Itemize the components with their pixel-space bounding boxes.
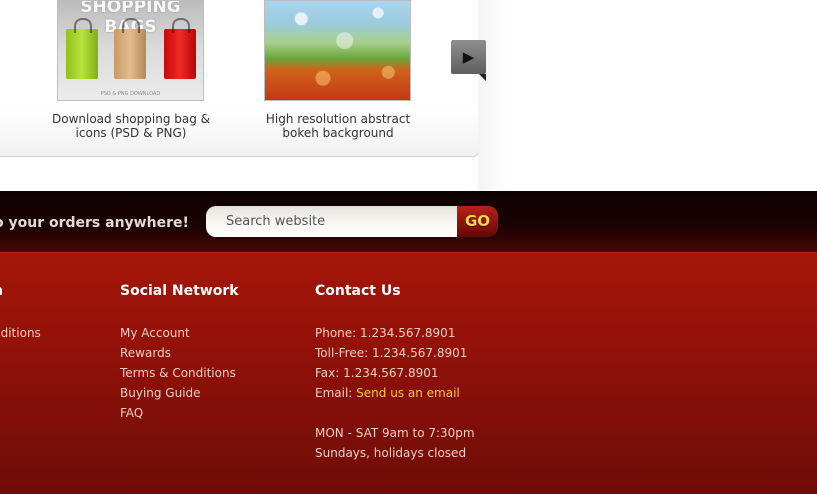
contact-phone: Phone: 1.234.567.8901 <box>315 326 456 340</box>
contact-hours-weekday: MON - SAT 9am to 7:30pm <box>315 426 475 440</box>
product-caption[interactable]: Download shopping bag & icons (PSD & PNG… <box>46 112 216 140</box>
email-link[interactable]: Send us an email <box>356 386 460 400</box>
product-caption-line[interactable]: icons (PSD & PNG) <box>46 126 216 140</box>
footer-link-my-account[interactable]: My Account <box>120 323 239 343</box>
footer-link[interactable]: e <box>0 343 41 363</box>
search-input[interactable] <box>206 206 458 237</box>
arrow-right-icon: ▶ <box>462 48 475 66</box>
footer-link-terms[interactable]: Terms & Conditions <box>120 363 239 383</box>
footer-tagline: o your orders anywhere! <box>0 215 189 231</box>
footer-column-contact: Contact Us Phone: 1.234.567.8901 Toll-Fr… <box>315 283 475 463</box>
footer-search-bar: o your orders anywhere! GO <box>0 191 817 253</box>
contact-email-row: Email: Send us an email <box>315 383 475 403</box>
product-caption-line[interactable]: bokeh background <box>253 126 423 140</box>
red-bag-image <box>164 18 196 79</box>
footer-links-area: n nditions e Social Network My Account R… <box>0 253 817 494</box>
footer-link-faq[interactable]: FAQ <box>120 403 239 423</box>
footer-column-partial: n nditions e <box>0 283 41 363</box>
footer-column-title: Social Network <box>120 283 239 299</box>
tan-bag-image <box>114 18 146 79</box>
button-fold-decoration <box>479 74 486 81</box>
product-thumbnail-bokeh[interactable] <box>264 0 411 101</box>
thumbnail-subtitle: PSD & PNG DOWNLOAD <box>100 91 161 97</box>
product-thumbnail-shopping-bags[interactable]: SHOPPING BAGS PSD & PNG DOWNLOAD <box>57 0 204 101</box>
footer-column-social: Social Network My Account Rewards Terms … <box>120 283 239 423</box>
product-caption-line[interactable]: Download shopping bag & <box>46 112 216 126</box>
green-bag-image <box>66 18 98 79</box>
contact-fax: Fax: 1.234.567.8901 <box>315 366 439 380</box>
carousel-next-button[interactable]: ▶ <box>451 40 486 74</box>
footer-column-title: n <box>0 283 41 303</box>
footer-link-rewards[interactable]: Rewards <box>120 343 239 363</box>
contact-tollfree: Toll-Free: 1.234.567.8901 <box>315 346 468 360</box>
contact-email-label: Email: <box>315 386 353 400</box>
panel-shadow <box>478 0 508 190</box>
product-caption-line[interactable]: High resolution abstract <box>253 112 423 126</box>
footer-link[interactable]: nditions <box>0 323 41 343</box>
product-caption[interactable]: High resolution abstract bokeh backgroun… <box>253 112 423 140</box>
contact-hours-holiday: Sundays, holidays closed <box>315 446 467 460</box>
footer-link-buying-guide[interactable]: Buying Guide <box>120 383 239 403</box>
spacer <box>315 403 475 423</box>
footer-column-title: Contact Us <box>315 283 401 299</box>
search-go-button[interactable]: GO <box>457 206 498 237</box>
